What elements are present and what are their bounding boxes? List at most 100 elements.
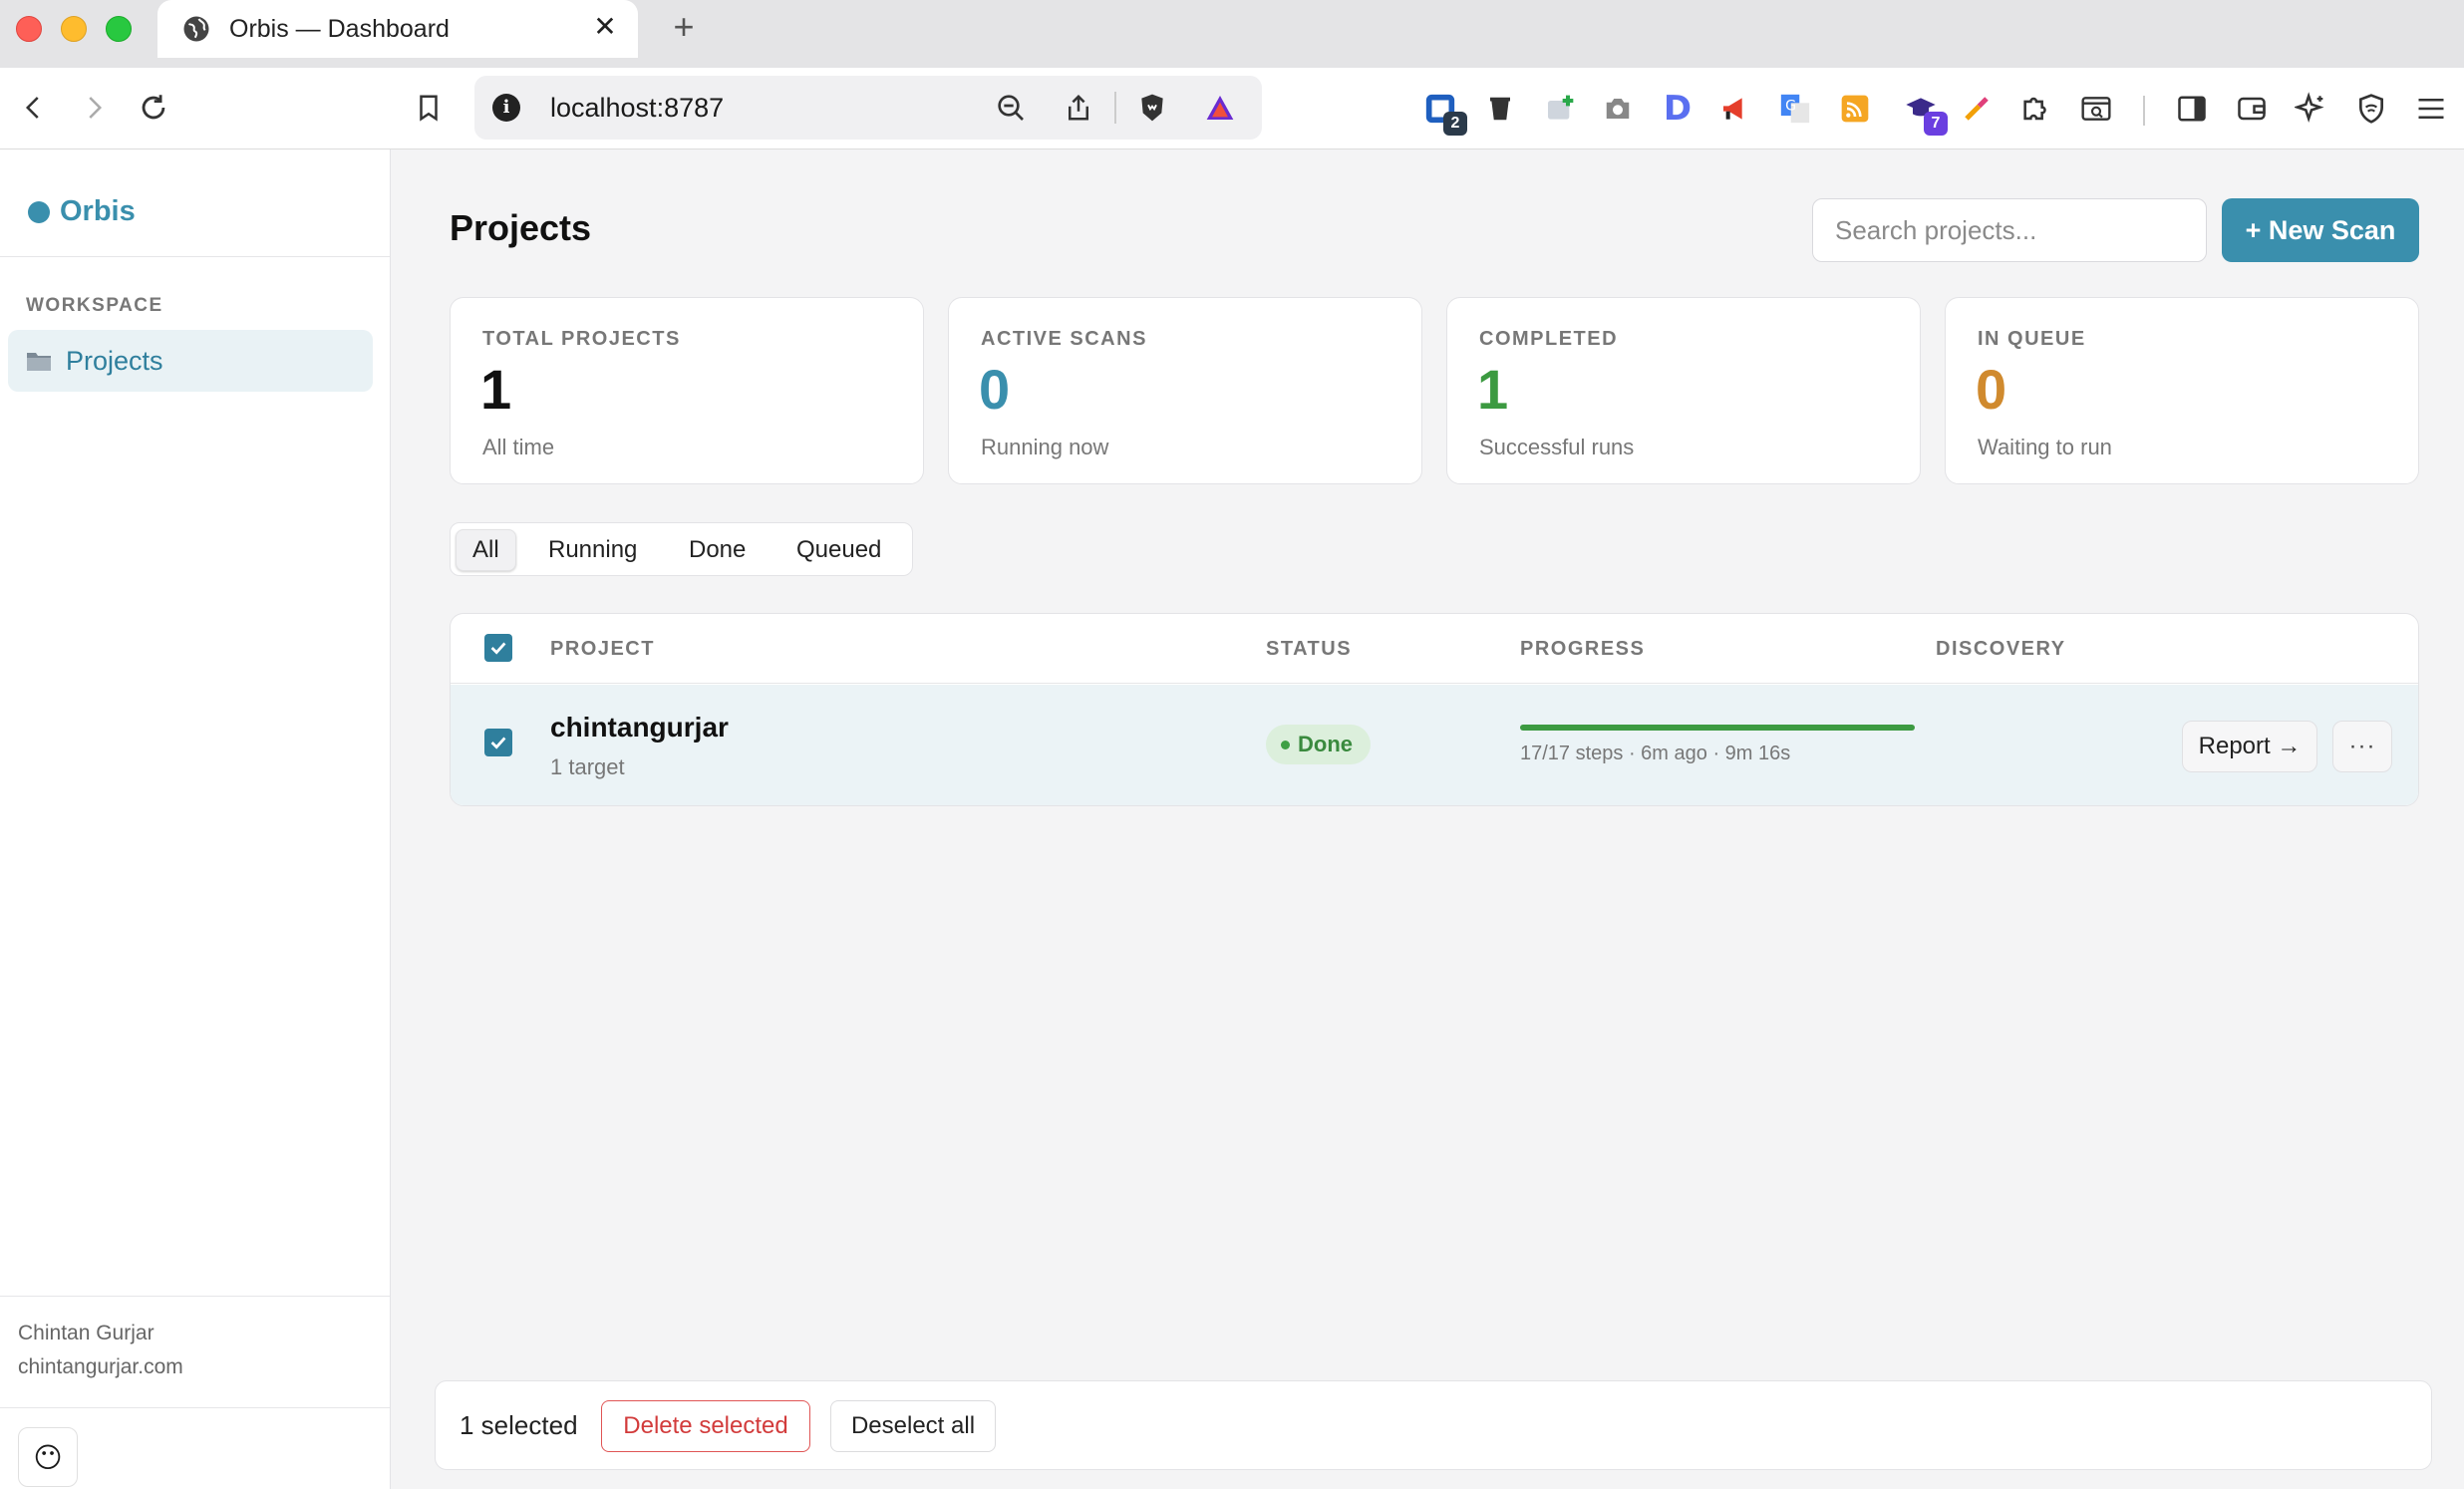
rss-icon[interactable] xyxy=(1836,90,1874,128)
table-row[interactable]: chintangurjar 1 target Done 17/17 steps … xyxy=(451,685,2418,805)
forward-button[interactable] xyxy=(74,88,114,128)
section-label-workspace: WORKSPACE xyxy=(26,295,163,316)
stat-sub: All time xyxy=(482,435,555,459)
extension-badge: 7 xyxy=(1924,112,1948,136)
share-icon[interactable] xyxy=(1063,92,1094,124)
progress-bar-fill xyxy=(1520,725,1915,731)
sidebar-item-projects[interactable]: Projects xyxy=(8,330,373,392)
menu-icon[interactable] xyxy=(2412,90,2450,128)
progress-bar xyxy=(1520,725,1915,731)
browser-tab-close-icon[interactable]: ✕ xyxy=(590,12,620,42)
camera-icon[interactable] xyxy=(1599,90,1637,128)
emoji-button[interactable]: 😶 xyxy=(18,1427,78,1487)
user-name: Chintan Gurjar xyxy=(18,1322,154,1344)
stat-card-in-queue: IN QUEUE 0 Waiting to run xyxy=(1945,297,2419,484)
column-header-project[interactable]: PROJECT xyxy=(550,638,655,661)
stat-value: 0 xyxy=(979,358,1011,421)
url-text[interactable]: localhost:8787 xyxy=(550,92,724,124)
deselect-all-button[interactable]: Deselect all xyxy=(830,1400,996,1452)
search-page-icon[interactable] xyxy=(2077,90,2115,128)
stat-sub: Running now xyxy=(981,435,1109,459)
stat-label: IN QUEUE xyxy=(1978,328,2086,350)
brave-rewards-icon[interactable] xyxy=(1204,92,1236,124)
window-zoom-button[interactable] xyxy=(106,16,132,42)
project-targets: 1 target xyxy=(550,754,625,779)
tab-running[interactable]: Running xyxy=(532,529,653,571)
browser-tab-bar: Orbis — Dashboard ✕ + xyxy=(0,0,2464,68)
browser-tab-active[interactable]: Orbis — Dashboard ✕ xyxy=(157,0,638,58)
stat-value: 0 xyxy=(1976,358,2007,421)
extension-badge: 2 xyxy=(1443,112,1467,136)
sidebar: Orbis WORKSPACE Projects Chintan Gurjar … xyxy=(0,149,391,1489)
progress-text: 17/17 steps · 6m ago · 9m 16s xyxy=(1520,743,1791,764)
project-name[interactable]: chintangurjar xyxy=(550,712,729,744)
column-header-discovery[interactable]: DISCOVERY xyxy=(1936,638,2066,661)
check-icon xyxy=(490,642,506,655)
toolbar-divider xyxy=(2143,96,2145,126)
reload-button[interactable] xyxy=(134,88,173,128)
ai-sparkle-icon[interactable] xyxy=(2293,90,2330,128)
check-icon xyxy=(490,737,506,749)
chevron-right-icon xyxy=(89,97,103,119)
more-actions-button[interactable]: ··· xyxy=(2332,721,2392,772)
svg-text:G: G xyxy=(1785,98,1796,114)
tab-queued[interactable]: Queued xyxy=(780,529,897,571)
back-button[interactable] xyxy=(14,88,54,128)
select-all-checkbox[interactable] xyxy=(484,634,512,662)
extension-icon[interactable]: 2 xyxy=(1421,90,1467,136)
color-picker-icon[interactable] xyxy=(1958,90,1996,128)
report-button[interactable]: Report → xyxy=(2182,721,2317,772)
extension-icon[interactable]: D xyxy=(1659,89,1696,129)
brave-shield-icon[interactable] xyxy=(1136,92,1168,124)
sidebar-toggle-icon[interactable] xyxy=(2173,90,2211,128)
stat-value: 1 xyxy=(480,358,512,421)
vpn-shield-icon[interactable] xyxy=(2352,90,2390,128)
megaphone-icon[interactable] xyxy=(1716,90,1754,128)
sidebar-divider xyxy=(0,1407,390,1408)
translate-icon[interactable]: G xyxy=(1776,90,1814,128)
address-bar[interactable]: i localhost:8787 xyxy=(474,76,1262,140)
brand-name: Orbis xyxy=(60,195,136,227)
column-header-status[interactable]: STATUS xyxy=(1266,638,1352,661)
stat-label: TOTAL PROJECTS xyxy=(482,328,681,350)
stat-card-active-scans: ACTIVE SCANS 0 Running now xyxy=(948,297,1422,484)
tab-all[interactable]: All xyxy=(456,529,516,571)
tab-done[interactable]: Done xyxy=(673,529,762,571)
delete-selected-button[interactable]: Delete selected xyxy=(601,1400,810,1452)
stat-sub: Successful runs xyxy=(1479,435,1635,459)
new-scan-button[interactable]: + New Scan xyxy=(2222,198,2419,262)
puzzle-icon[interactable] xyxy=(2017,90,2055,128)
zoom-out-icon[interactable] xyxy=(995,92,1027,124)
stat-value: 1 xyxy=(1477,358,1509,421)
main-content: Projects + New Scan TOTAL PROJECTS 1 All… xyxy=(391,149,2464,1489)
wallet-icon[interactable] xyxy=(2233,90,2271,128)
status-badge: Done xyxy=(1266,725,1371,764)
site-info-icon[interactable]: i xyxy=(492,94,520,122)
table-header: PROJECT STATUS PROGRESS DISCOVERY xyxy=(451,614,2418,684)
column-header-progress[interactable]: PROGRESS xyxy=(1520,638,1645,661)
window-close-button[interactable] xyxy=(16,16,42,42)
sidebar-item-label: Projects xyxy=(66,345,163,376)
bookmark-icon xyxy=(420,95,438,122)
brand-logo[interactable]: Orbis xyxy=(28,195,136,228)
bulk-action-bar: 1 selected Delete selected Deselect all xyxy=(435,1380,2432,1470)
stat-card-total-projects: TOTAL PROJECTS 1 All time xyxy=(450,297,924,484)
graduation-cap-icon[interactable]: 7 xyxy=(1902,90,1948,136)
stat-sub: Waiting to run xyxy=(1978,435,2112,459)
chevron-left-icon xyxy=(25,97,39,119)
bookmark-button[interactable] xyxy=(409,88,449,128)
extension-icon[interactable] xyxy=(1541,90,1579,128)
brand-dot-icon xyxy=(28,200,50,223)
browser-tab-title: Orbis — Dashboard xyxy=(229,15,450,43)
search-input[interactable] xyxy=(1812,198,2207,262)
stat-card-completed: COMPLETED 1 Successful runs xyxy=(1446,297,1921,484)
projects-table: PROJECT STATUS PROGRESS DISCOVERY chinta… xyxy=(450,613,2419,806)
row-checkbox[interactable] xyxy=(484,729,512,756)
extension-icon[interactable] xyxy=(1481,90,1519,128)
stat-label: ACTIVE SCANS xyxy=(981,328,1147,350)
new-tab-button[interactable]: + xyxy=(666,9,702,46)
window-minimize-button[interactable] xyxy=(61,16,87,42)
url-divider xyxy=(1114,92,1116,124)
sidebar-divider xyxy=(0,256,390,257)
user-site: chintangurjar.com xyxy=(18,1355,183,1378)
